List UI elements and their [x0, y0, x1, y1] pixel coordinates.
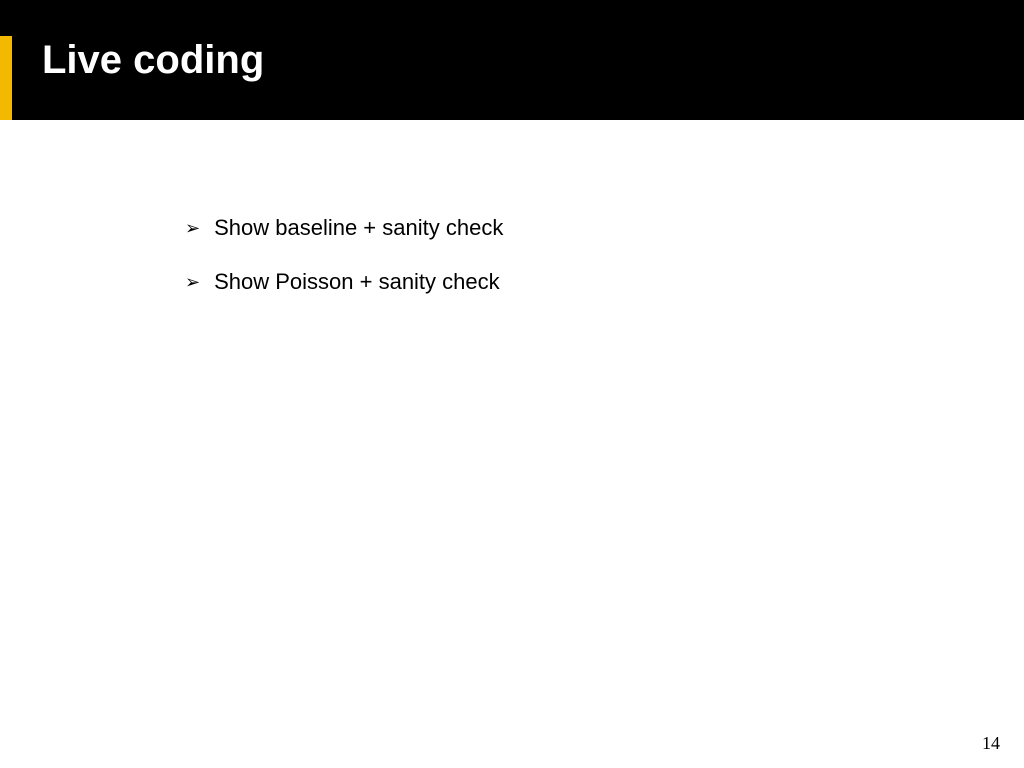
content-area: ➢ Show baseline + sanity check ➢ Show Po… [185, 215, 885, 323]
page-number: 14 [982, 733, 1000, 754]
accent-bar [0, 36, 12, 120]
bullet-text: Show Poisson + sanity check [214, 269, 500, 295]
title-bar: Live coding [0, 0, 1024, 120]
bullet-text: Show baseline + sanity check [214, 215, 503, 241]
slide-title: Live coding [42, 38, 264, 83]
chevron-right-icon: ➢ [185, 218, 200, 239]
list-item: ➢ Show baseline + sanity check [185, 215, 885, 241]
slide: Live coding ➢ Show baseline + sanity che… [0, 0, 1024, 768]
list-item: ➢ Show Poisson + sanity check [185, 269, 885, 295]
chevron-right-icon: ➢ [185, 272, 200, 293]
